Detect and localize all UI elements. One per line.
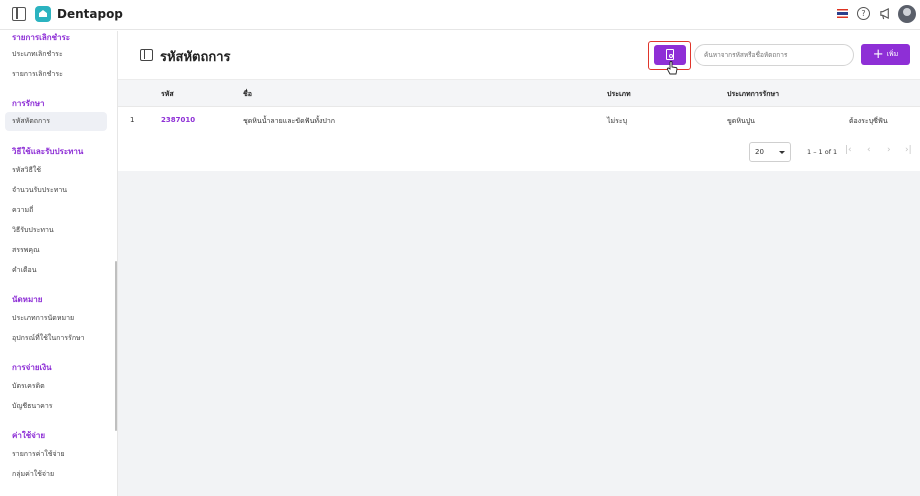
sidebar-section-title: รายการเลิกชำระ	[12, 33, 71, 42]
column-header-treatment-type[interactable]: ประเภทการรักษา	[727, 89, 779, 100]
sidebar-item[interactable]: วิธีรับประทาน	[12, 225, 54, 236]
sidebar-item[interactable]: รายการค่าใช้จ่าย	[12, 449, 65, 460]
sidebar-item[interactable]: รหัสวิธีใช้	[12, 165, 41, 176]
main-content: รหัสหัตถการ + เพิ่ม รหัส ชื่อ ประเภท ประ…	[118, 31, 920, 496]
thai-flag-icon[interactable]	[837, 9, 848, 18]
document-export-icon	[666, 49, 674, 60]
sidebar-item[interactable]: บัญชีธนาคาร	[12, 401, 53, 412]
top-bar: Dentapop ?	[0, 0, 920, 30]
sidebar: รายการเลิกชำระ ประเภทเลิกชำระ รายการเลิก…	[0, 31, 118, 496]
user-avatar[interactable]	[898, 5, 916, 23]
row-code-link[interactable]: 2387010	[161, 116, 195, 124]
column-header-code[interactable]: รหัส	[161, 89, 174, 100]
sidebar-item-active[interactable]: รหัสหัตถการ	[5, 112, 107, 131]
add-button-label: เพิ่ม	[886, 50, 899, 58]
sidebar-item[interactable]: กลุ่มค่าใช้จ่าย	[12, 469, 54, 480]
page-size-value: 20	[755, 148, 764, 156]
sidebar-section-title: นัดหมาย	[12, 295, 43, 304]
page-size-select[interactable]: 20	[749, 142, 791, 162]
row-name: ชุดหินน้ำลายและขัดฟันทั้งปาก	[243, 117, 336, 125]
last-page-icon[interactable]: ›|	[905, 145, 912, 155]
sidebar-toggle-icon[interactable]	[12, 7, 26, 21]
first-page-icon[interactable]: |‹	[845, 145, 852, 155]
page-header: รหัสหัตถการ + เพิ่ม	[118, 31, 920, 80]
next-page-icon[interactable]: ›	[887, 145, 891, 155]
row-index: 1	[130, 116, 135, 124]
sidebar-item[interactable]: อุปกรณ์ที่ใช้ในการรักษา	[12, 333, 85, 344]
sidebar-item[interactable]: สรรพคุณ	[12, 245, 40, 256]
plus-icon: +	[872, 46, 884, 62]
pagination-range: 1 – 1 of 1	[807, 148, 838, 156]
row-treatment-type: ขูดหินปูน	[727, 117, 755, 125]
row-tooth-note: ต้องระบุซี่ฟัน	[849, 117, 888, 125]
prev-page-icon[interactable]: ‹	[867, 145, 871, 155]
sidebar-item[interactable]: จำนวนรับประทาน	[12, 185, 67, 196]
megaphone-icon[interactable]	[879, 7, 892, 20]
sidebar-panel-icon[interactable]	[140, 49, 153, 61]
sidebar-item[interactable]: คำเตือน	[12, 265, 37, 276]
brand-name: Dentapop	[57, 7, 123, 21]
column-header-name[interactable]: ชื่อ	[243, 89, 252, 100]
row-type: ไม่ระบุ	[607, 117, 628, 125]
help-icon[interactable]: ?	[857, 7, 870, 20]
sidebar-item[interactable]: บัตรเครดิต	[12, 381, 45, 392]
sidebar-item[interactable]: ความถี่	[12, 205, 33, 216]
sidebar-section-title: การจ่ายเงิน	[12, 363, 52, 372]
sidebar-section-title: การรักษา	[12, 99, 45, 108]
page-title: รหัสหัตถการ	[160, 50, 231, 65]
search-input[interactable]	[694, 44, 854, 66]
sidebar-item[interactable]: ประเภทเลิกชำระ	[12, 49, 63, 60]
sidebar-item[interactable]: รายการเลิกชำระ	[12, 69, 63, 80]
sidebar-section-title: วิธีใช้และรับประทาน	[12, 147, 84, 156]
chevron-down-icon	[779, 151, 785, 154]
sidebar-item[interactable]: ประเภทการนัดหมาย	[12, 313, 74, 324]
column-header-type[interactable]: ประเภท	[607, 89, 631, 100]
data-table: รหัส ชื่อ ประเภท ประเภทการรักษา 1 238701…	[118, 80, 920, 171]
sidebar-scrollbar[interactable]	[115, 261, 117, 431]
table-header: รหัส ชื่อ ประเภท ประเภทการรักษา	[118, 80, 920, 107]
hand-cursor-icon	[666, 61, 678, 75]
sidebar-section-title: ค่าใช้จ่าย	[12, 431, 46, 440]
dentapop-logo-icon	[35, 6, 51, 22]
add-button[interactable]: + เพิ่ม	[861, 44, 910, 65]
